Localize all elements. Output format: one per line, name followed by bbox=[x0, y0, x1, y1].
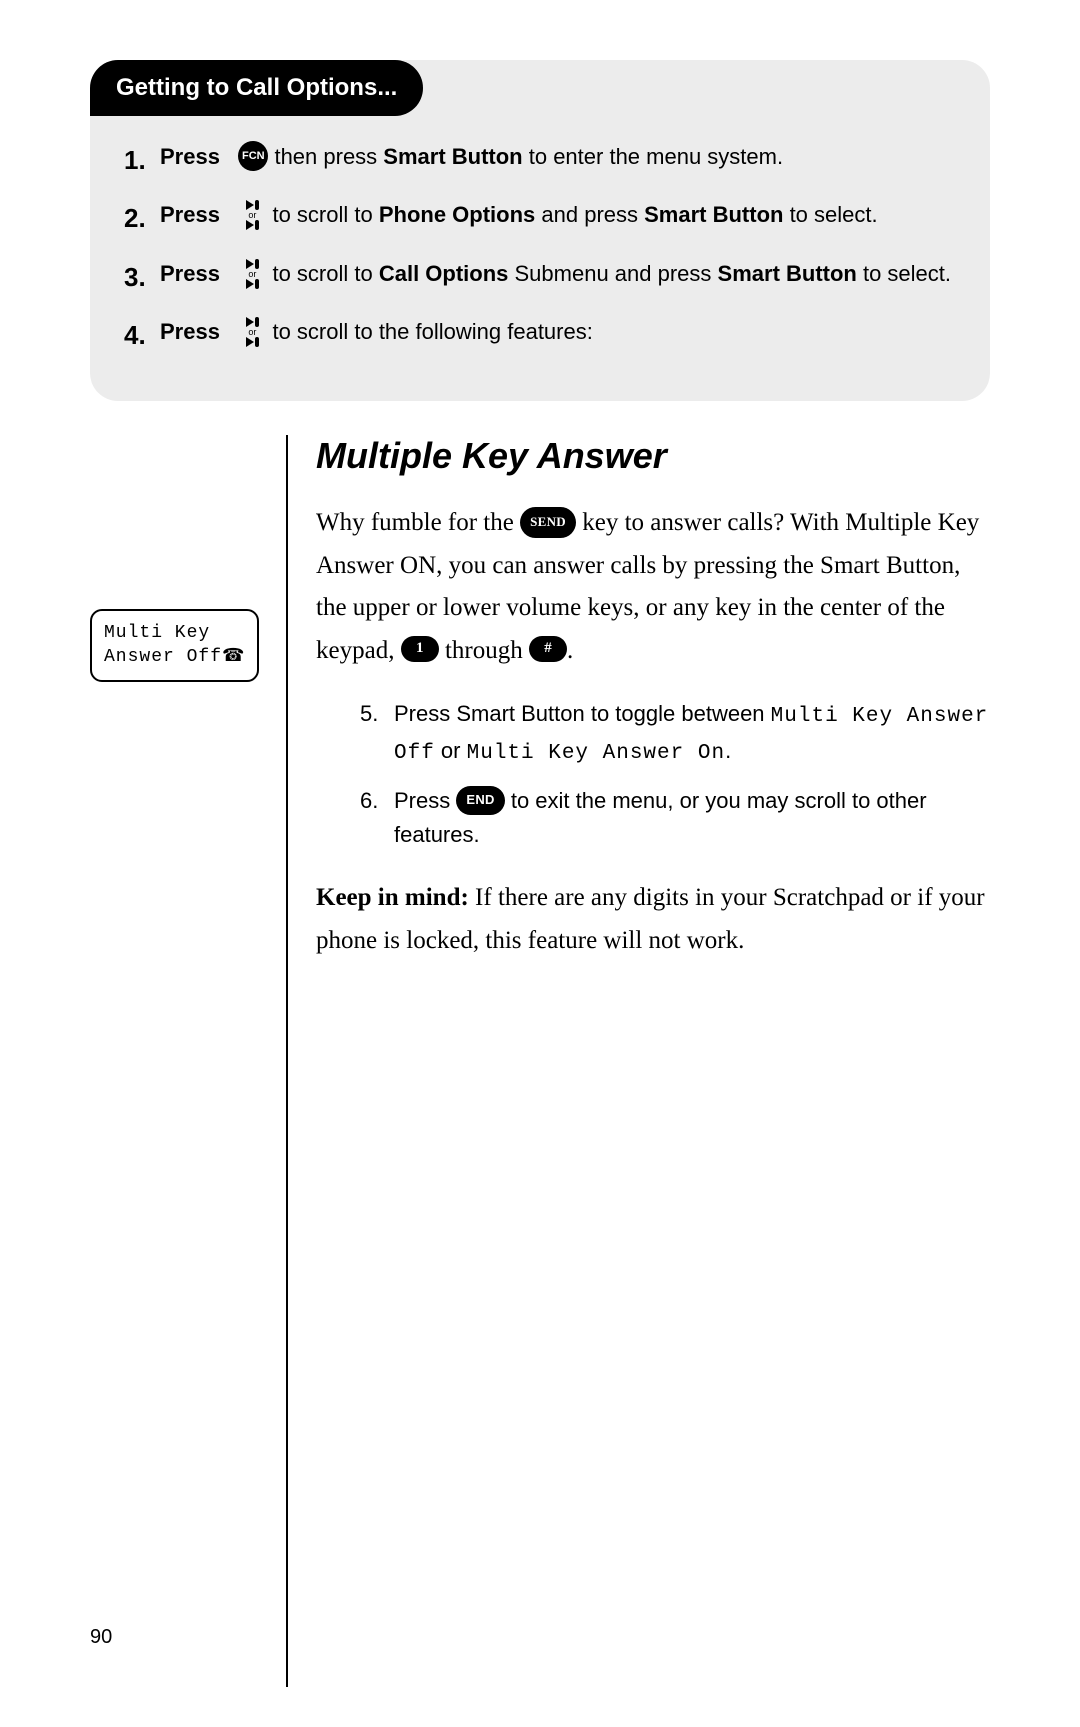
page-number: 90 bbox=[90, 1626, 112, 1649]
step-text: to enter the menu system. bbox=[523, 144, 783, 169]
step-bold: Smart Button bbox=[644, 202, 783, 227]
substep-6: 6. Press END to exit the menu, or you ma… bbox=[360, 784, 990, 852]
step-text: to select. bbox=[857, 261, 951, 286]
scroll-icon: or bbox=[238, 200, 266, 230]
scroll-icon: or bbox=[238, 259, 266, 289]
intro-paragraph: Why fumble for the SEND key to answer ca… bbox=[316, 502, 990, 672]
step-number: 1. bbox=[124, 140, 150, 180]
body-text: through bbox=[439, 637, 529, 664]
press-label: Press bbox=[160, 319, 220, 344]
step-1: 1. Press FCN then press Smart Button to … bbox=[124, 140, 956, 180]
scroll-icon: or bbox=[238, 317, 266, 347]
press-label: Press bbox=[160, 261, 220, 286]
substep-text: . bbox=[725, 738, 731, 763]
substep-number: 5. bbox=[360, 697, 386, 770]
note-paragraph: Keep in mind: If there are any digits in… bbox=[316, 877, 990, 962]
step-text: to scroll to bbox=[272, 202, 378, 227]
press-label: Press bbox=[160, 202, 220, 227]
step-bold: Smart Button bbox=[383, 144, 522, 169]
step-text: to select. bbox=[783, 202, 877, 227]
instructions-box: Getting to Call Options... 1. Press FCN … bbox=[90, 60, 990, 401]
press-label: Press bbox=[160, 144, 220, 169]
note-label: Keep in mind: bbox=[316, 884, 469, 911]
section-heading: Multiple Key Answer bbox=[316, 435, 990, 477]
substep-number: 6. bbox=[360, 784, 386, 852]
end-key-icon: END bbox=[456, 786, 504, 814]
step-text: to scroll to bbox=[272, 261, 378, 286]
box-title: Getting to Call Options... bbox=[90, 60, 423, 116]
send-key-icon: SEND bbox=[520, 507, 576, 537]
substep-5: 5. Press Smart Button to toggle between … bbox=[360, 697, 990, 770]
substep-text: Press Smart Button to toggle between bbox=[394, 701, 771, 726]
step-bold: Phone Options bbox=[379, 202, 535, 227]
step-number: 2. bbox=[124, 198, 150, 238]
step-4: 4. Press or to scroll to the following f… bbox=[124, 315, 956, 355]
phone-screen-box: Multi Key Answer Off☎ bbox=[90, 609, 259, 682]
screen-line-1: Multi Key bbox=[104, 621, 245, 645]
vertical-divider bbox=[286, 435, 288, 1687]
step-number: 4. bbox=[124, 315, 150, 355]
fcn-icon: FCN bbox=[238, 141, 268, 171]
body-text: Why fumble for the bbox=[316, 509, 520, 536]
step-bold: Call Options bbox=[379, 261, 509, 286]
step-2: 2. Press or to scroll to Phone Options a… bbox=[124, 198, 956, 238]
key-hash-icon: # bbox=[529, 636, 567, 662]
step-bold: Smart Button bbox=[718, 261, 857, 286]
body-text: . bbox=[567, 637, 573, 664]
step-number: 3. bbox=[124, 257, 150, 297]
lcd-text: Multi Key Answer On bbox=[467, 742, 725, 765]
phone-icon: ☎ bbox=[222, 647, 245, 667]
screen-line-2: Answer Off bbox=[104, 647, 222, 667]
step-text: then press bbox=[274, 144, 383, 169]
content-area: Multi Key Answer Off☎ Multiple Key Answe… bbox=[90, 435, 990, 1687]
step-text: Submenu and press bbox=[508, 261, 717, 286]
key-1-icon: 1 bbox=[401, 636, 439, 662]
substep-text: or bbox=[435, 738, 467, 763]
step-3: 3. Press or to scroll to Call Options Su… bbox=[124, 257, 956, 297]
step-text: to scroll to the following features: bbox=[272, 319, 592, 344]
substep-text: Press bbox=[394, 788, 456, 813]
step-text: and press bbox=[535, 202, 644, 227]
